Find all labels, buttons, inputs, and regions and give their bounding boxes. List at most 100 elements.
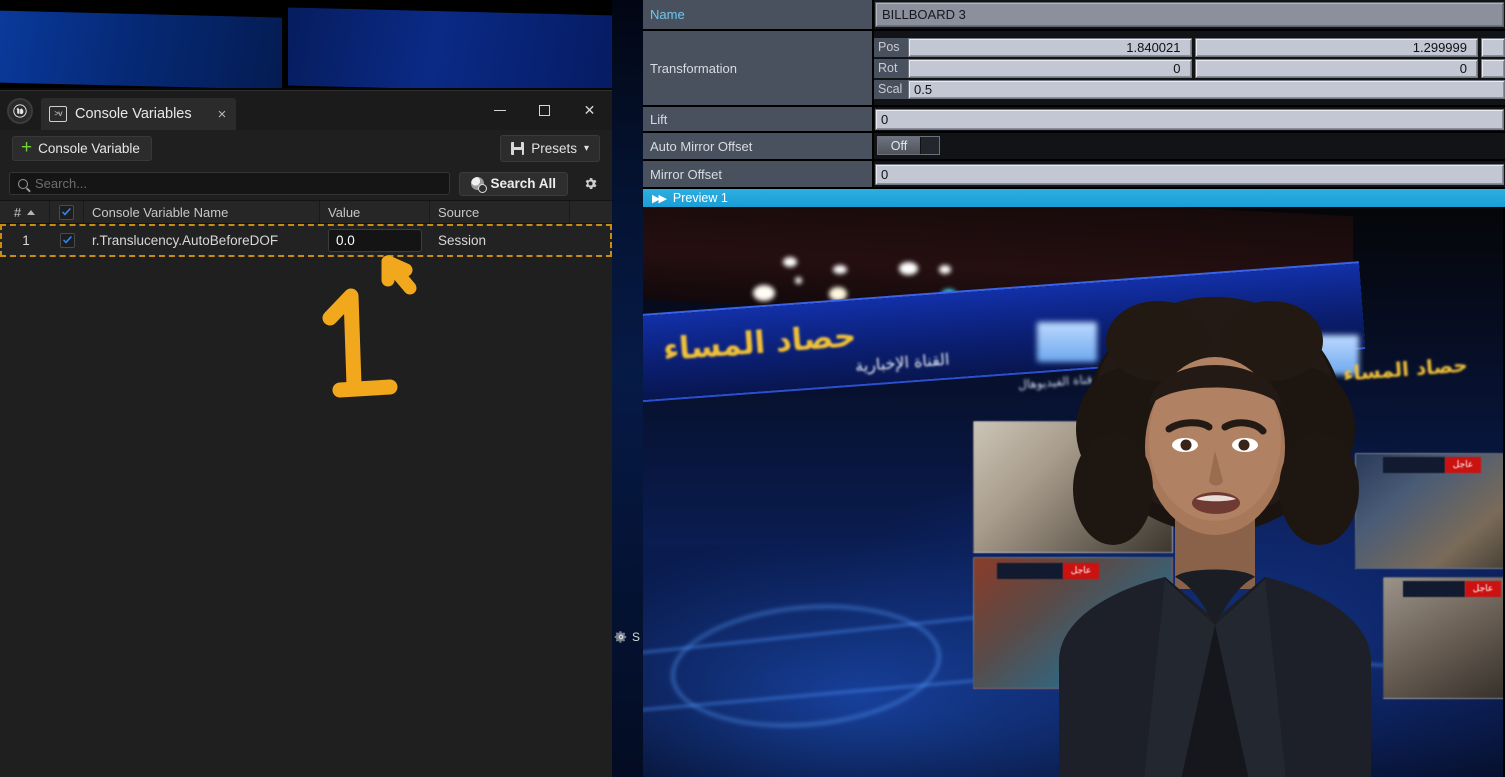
properties-table: Name BILLBOARD 3 Transformation Pos 1.84… — [643, 0, 1505, 187]
row-value-cell: 0.0 — [320, 226, 430, 255]
tab-close-icon[interactable]: × — [218, 107, 227, 122]
name-input[interactable]: BILLBOARD 3 — [875, 2, 1504, 27]
add-console-variable-label: Console Variable — [38, 141, 140, 156]
transform-tag-rot: Rot — [874, 58, 908, 78]
close-button[interactable]: ✕ — [567, 91, 612, 130]
property-row-auto-mirror-offset: Auto Mirror Offset Off — [643, 133, 1505, 161]
search-icon — [18, 178, 28, 189]
toggle-state-label: Off — [878, 137, 921, 154]
search-input[interactable] — [35, 176, 442, 191]
row-number: 1 — [22, 233, 30, 248]
toggle-track — [921, 137, 939, 154]
column-header-source[interactable]: Source — [430, 201, 570, 223]
tab-title: Console Variables — [75, 106, 192, 122]
property-row-name: Name BILLBOARD 3 — [643, 0, 1505, 31]
lift-input[interactable]: 0 — [875, 108, 1504, 130]
row-variable-name: r.Translucency.AutoBeforeDOF — [92, 233, 279, 248]
search-bar: Search All — [0, 167, 612, 200]
screenshot-root: S >v Console Variables × ✕ + Console Var… — [0, 0, 1505, 777]
background-blue-panel-left — [0, 10, 282, 90]
play-double-chevron-icon: ▶▶ — [652, 192, 667, 205]
column-header-checkbox[interactable] — [50, 201, 84, 223]
property-label-mirror-offset: Mirror Offset — [643, 161, 874, 187]
transform-rot-z[interactable] — [1481, 58, 1505, 78]
transform-rot-x[interactable]: 0 — [908, 58, 1192, 78]
console-variables-icon: >v — [49, 106, 67, 122]
preview-label: Preview 1 — [672, 191, 728, 205]
background-blue-strip — [612, 0, 645, 777]
table-header: # Console Variable Name Value Source — [0, 200, 612, 224]
save-floppy-icon — [511, 142, 525, 155]
studio-light — [833, 265, 847, 274]
property-label-name: Name — [643, 0, 874, 29]
search-all-label: Search All — [490, 176, 556, 191]
column-header-name[interactable]: Console Variable Name — [84, 201, 320, 223]
column-header-spacer — [570, 201, 612, 223]
property-value-transformation: Pos 1.840021 1.299999 Rot 0 0 Scal 0.5 — [874, 31, 1505, 105]
studio-light — [829, 287, 847, 301]
occluded-settings-item[interactable]: S — [614, 630, 640, 644]
tab-console-variables[interactable]: >v Console Variables × — [41, 98, 237, 130]
unreal-engine-logo-icon — [7, 97, 33, 124]
search-all-button[interactable]: Search All — [459, 171, 568, 196]
select-all-checkbox[interactable] — [59, 204, 74, 220]
window-titlebar: >v Console Variables × ✕ — [0, 91, 612, 130]
transform-pos-y[interactable]: 1.299999 — [1194, 37, 1478, 57]
table-row[interactable]: 1 r.Translucency.AutoBeforeDOF 0.0 Sessi… — [0, 224, 612, 257]
property-value-lift: 0 — [874, 107, 1505, 131]
gear-icon — [614, 630, 628, 644]
studio-light — [753, 285, 775, 301]
add-console-variable-button[interactable]: + Console Variable — [12, 136, 152, 161]
gear-icon — [583, 176, 598, 191]
transform-tag-scale: Scal — [874, 79, 908, 99]
window-toolbar: + Console Variable Presets ▾ — [0, 130, 612, 167]
properties-panel: Name BILLBOARD 3 Transformation Pos 1.84… — [643, 0, 1505, 777]
studio-light — [795, 277, 802, 284]
row-source: Session — [438, 233, 487, 248]
console-variables-window: >v Console Variables × ✕ + Console Varia… — [0, 90, 612, 777]
property-value-name: BILLBOARD 3 — [874, 0, 1505, 29]
column-header-number[interactable]: # — [0, 201, 50, 223]
property-value-mirror-offset: 0 — [874, 161, 1505, 187]
video-preview[interactable]: حصاد المساء القناة الإخبارية قناة الفيدي… — [643, 207, 1505, 777]
transform-line-scale: Scal 0.5 — [874, 79, 1505, 100]
property-row-mirror-offset: Mirror Offset 0 — [643, 161, 1505, 187]
auto-mirror-offset-toggle[interactable]: Off — [877, 136, 940, 155]
search-field-wrapper[interactable] — [9, 172, 451, 195]
transform-line-rot: Rot 0 0 — [874, 58, 1505, 79]
globe-search-icon — [471, 177, 488, 193]
mirror-offset-input[interactable]: 0 — [875, 163, 1504, 185]
property-row-lift: Lift 0 — [643, 107, 1505, 133]
property-value-auto-mirror-offset: Off — [874, 133, 1505, 159]
sort-ascending-icon — [27, 209, 36, 215]
maximize-button[interactable] — [522, 91, 567, 130]
property-label-transformation: Transformation — [643, 31, 874, 105]
presets-button[interactable]: Presets ▾ — [500, 135, 600, 162]
value-input[interactable]: 0.0 — [328, 229, 422, 252]
property-label-auto-mirror-offset: Auto Mirror Offset — [643, 133, 874, 159]
column-header-value[interactable]: Value — [320, 201, 430, 223]
presets-label: Presets — [531, 141, 577, 156]
transform-pos-x[interactable]: 1.840021 — [908, 37, 1192, 57]
table-body: 1 r.Translucency.AutoBeforeDOF 0.0 Sessi… — [0, 224, 612, 257]
transform-line-pos: Pos 1.840021 1.299999 — [874, 37, 1505, 58]
studio-light — [939, 265, 951, 274]
transform-rot-y[interactable]: 0 — [1194, 58, 1478, 78]
studio-light — [899, 262, 918, 275]
occluded-settings-label: S — [632, 630, 641, 644]
transform-scale-value[interactable]: 0.5 — [908, 79, 1505, 99]
chevron-down-icon: ▾ — [583, 143, 589, 154]
preview-header-bar[interactable]: ▶▶ Preview 1 — [643, 187, 1505, 207]
property-label-lift: Lift — [643, 107, 874, 131]
row-checkbox[interactable] — [59, 233, 75, 248]
background-blue-panel-right — [288, 7, 645, 95]
column-header-number-label: # — [13, 204, 22, 220]
minimize-button[interactable] — [477, 91, 522, 130]
property-row-transformation: Transformation Pos 1.840021 1.299999 Rot… — [643, 31, 1505, 107]
transform-tag-pos: Pos — [874, 37, 908, 57]
studio-light — [783, 257, 797, 267]
transform-pos-z[interactable] — [1481, 37, 1505, 57]
settings-button[interactable] — [577, 176, 603, 191]
plus-icon: + — [21, 137, 33, 158]
row-checkbox-cell — [50, 226, 84, 255]
